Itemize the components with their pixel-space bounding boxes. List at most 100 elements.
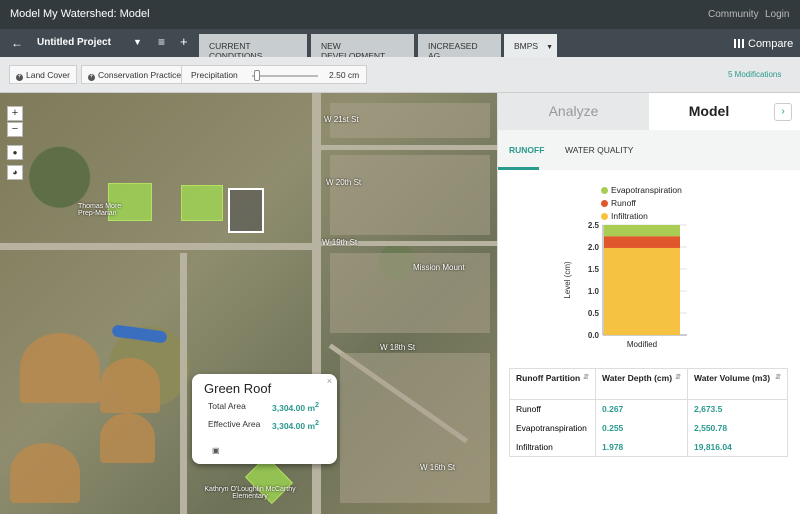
header-label: Runoff Partition	[516, 373, 581, 383]
trash-icon[interactable]: ▣	[212, 446, 220, 455]
tab-current-conditions[interactable]: CURRENT CONDITIONS	[199, 34, 307, 61]
y-tick-label: 0.5	[588, 309, 600, 318]
effective-area-label: Effective Area	[208, 419, 261, 429]
popup-title: Green Roof	[204, 381, 272, 396]
header-label: Water Volume (m3)	[694, 373, 771, 383]
location-pin-icon[interactable]: ●	[7, 145, 23, 160]
land-cover-button[interactable]: + Land Cover	[9, 65, 77, 84]
unit-superscript: 2	[315, 401, 319, 409]
row-name: Infiltration	[509, 437, 596, 457]
chevron-right-icon[interactable]: ›	[774, 103, 792, 121]
bar-segment-evapotranspiration	[604, 225, 680, 237]
street-label: W 16th St	[420, 463, 456, 472]
precipitation-value: 2.50 cm	[329, 70, 360, 80]
conservation-label: Conservation Practice	[98, 70, 182, 80]
row-volume: 2,673.5	[687, 399, 788, 419]
pond-area[interactable]	[111, 324, 168, 344]
community-link[interactable]: Community	[708, 9, 759, 20]
parking-lot-area[interactable]	[228, 188, 264, 233]
y-tick-label: 1.0	[588, 287, 600, 296]
place-label: Thomas More Prep-Marian	[78, 203, 122, 217]
x-tick-label: Modified	[627, 340, 657, 349]
street-label: W 19th St	[322, 238, 358, 247]
tab-runoff[interactable]: RUNOFF	[509, 145, 544, 155]
legend-item: Evapotranspiration	[601, 184, 682, 197]
street-label: W 20th St	[326, 178, 362, 187]
tab-water-quality[interactable]: WATER QUALITY	[565, 145, 633, 155]
results-panel: Analyze Model › RUNOFF WATER QUALITY Eva…	[497, 93, 800, 514]
plus-icon[interactable]: +	[180, 34, 188, 49]
precipitation-slider-track[interactable]	[252, 75, 318, 77]
compare-button[interactable]: Compare	[734, 38, 793, 50]
tab-label: BMPS	[514, 41, 539, 51]
table-row: Runoff 0.267 2,673.5	[509, 399, 788, 419]
bar-segment-runoff	[604, 236, 680, 248]
hamburger-icon[interactable]: ≡	[158, 35, 165, 49]
housing-block	[330, 155, 490, 235]
plus-circle-icon: +	[16, 74, 23, 81]
tab-increased-ag[interactable]: INCREASED AG	[418, 34, 501, 61]
row-name: Runoff	[509, 399, 596, 419]
column-header[interactable]: Water Depth (cm) ⇵	[595, 368, 688, 400]
app-title: Model My Watershed: Model	[10, 8, 150, 20]
place-label: Mission Mount	[413, 263, 465, 272]
land-cover-label: Land Cover	[26, 70, 70, 80]
total-area-number: 3,304.00 m	[272, 402, 316, 413]
legend-item: Runoff	[601, 197, 682, 210]
legend-label: Runoff	[611, 198, 636, 208]
close-icon[interactable]: ×	[327, 376, 332, 386]
tab-bmps[interactable]: BMPS ▼	[504, 34, 557, 57]
ball-field	[10, 443, 80, 503]
modifications-count[interactable]: 5 Modifications	[728, 70, 781, 79]
legend-swatch	[601, 187, 608, 194]
road	[0, 243, 312, 250]
y-tick-label: 0.0	[588, 331, 600, 340]
table-row: Infiltration 1.978 19,816.04	[509, 437, 788, 457]
row-volume: 19,816.04	[687, 437, 788, 457]
zoom-in-button[interactable]: +	[7, 106, 23, 121]
y-axis-label: Level (cm)	[563, 261, 572, 299]
road	[180, 253, 187, 514]
row-name: Evapotranspiration	[509, 418, 596, 438]
active-tab-indicator	[498, 167, 539, 170]
column-header[interactable]: Water Volume (m3) ⇵	[687, 368, 788, 400]
street-label: W 21st St	[324, 115, 359, 124]
arrow-left-icon[interactable]: ←	[11, 36, 23, 50]
total-area-label: Total Area	[208, 401, 246, 411]
conservation-practice-button[interactable]: + Conservation Practice	[81, 65, 189, 84]
plus-circle-icon: +	[88, 74, 95, 81]
total-area-value: 3,304.00 m2	[272, 401, 319, 413]
grid-icon	[734, 39, 744, 48]
street-label: W 18th St	[380, 343, 416, 352]
ball-field	[100, 413, 155, 463]
chevron-down-icon[interactable]: ▼	[133, 37, 142, 47]
table-row: Evapotranspiration 0.255 2,550.78	[509, 418, 788, 438]
runoff-chart: 0.0 0.5 1.0 1.5 2.0 2.5 Level (cm) Modified	[563, 221, 687, 349]
precipitation-slider-handle[interactable]	[253, 70, 260, 81]
green-roof-popup: Green Roof × Total Area 3,304.00 m2 Effe…	[192, 374, 337, 464]
tab-new-development[interactable]: NEW DEVELOPMENT	[311, 34, 414, 61]
ball-field	[20, 333, 100, 403]
effective-area-value: 3,304.00 m2	[272, 419, 319, 431]
column-header[interactable]: Runoff Partition ⇵	[509, 368, 596, 400]
compare-label: Compare	[748, 38, 794, 50]
housing-block	[340, 353, 490, 503]
project-title[interactable]: Untitled Project	[37, 37, 111, 48]
app-header: Model My Watershed: Model Community Logi…	[0, 0, 800, 29]
road	[321, 145, 497, 150]
login-link[interactable]: Login	[765, 9, 789, 20]
sort-icon: ⇵	[583, 374, 589, 381]
runoff-partition-table: Runoff Partition ⇵ Water Depth (cm) ⇵ Wate…	[509, 368, 788, 457]
globe-icon[interactable]: ◕	[7, 165, 23, 180]
modification-toolbar: + Land Cover + Conservation Practice Preci…	[0, 57, 800, 93]
zoom-out-button[interactable]: −	[7, 122, 23, 137]
sort-icon: ⇵	[775, 374, 781, 381]
row-depth: 1.978	[595, 437, 688, 457]
green-roof-area[interactable]	[181, 185, 223, 221]
tab-analyze[interactable]: Analyze	[498, 93, 649, 130]
tab-model[interactable]: Model	[649, 93, 769, 130]
place-label: Kathryn O'Loughlin McCarthy Elementary	[204, 486, 296, 500]
y-tick-label: 2.5	[588, 221, 600, 230]
precipitation-control: Precipitation 2.50 cm	[181, 65, 367, 84]
housing-block	[330, 253, 490, 333]
